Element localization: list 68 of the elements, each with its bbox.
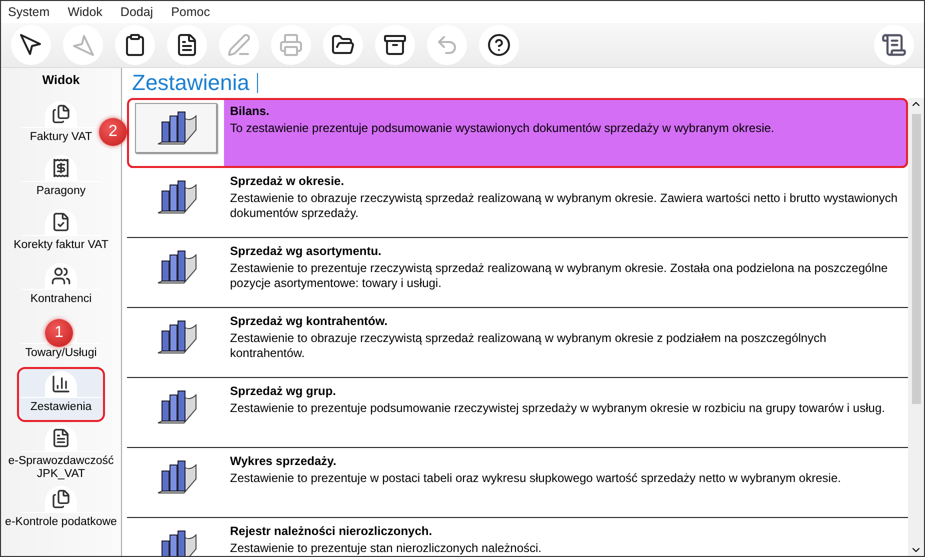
report-title: Wykres sprzedaży. bbox=[230, 454, 338, 468]
menu-item[interactable]: Pomoc bbox=[171, 5, 210, 19]
sidebar-label: e-Kontrole podatkowe bbox=[4, 516, 118, 529]
report-description: Zestawienie to prezentuje podsumowanie rzeczywistej sprzedaży w wybranym okresie w rozbiciu na grupy towarów i usług. bbox=[230, 401, 886, 416]
report-row[interactable]: Wykres sprzedaży. Zestawienie to prezentuje w postaci tabeli oraz wykresu słupkowego wartość sprzedaży netto w wybranym okresie. bbox=[127, 448, 908, 518]
sidebar-label: e-Sprawozdawczość JPK_VAT bbox=[7, 455, 115, 481]
menu-item[interactable]: System bbox=[8, 5, 50, 19]
scrollbar-thumb[interactable] bbox=[912, 114, 920, 404]
report-title: Rejestr należności nierozliczonych. bbox=[230, 524, 434, 538]
report-title: Sprzedaż w okresie. bbox=[230, 174, 346, 188]
paper-roll-icon bbox=[881, 32, 907, 58]
report-description: Zestawienie to prezentuje stan nierozliczonych należności. bbox=[230, 541, 543, 556]
report-description: To zestawienie prezentuje podsumowanie wystawionych dokumentów sprzedaży w wybranym okresie. bbox=[230, 121, 776, 136]
report-title: Sprzedaż wg asortymentu. bbox=[230, 244, 382, 258]
report-title: Sprzedaż wg grup. bbox=[230, 384, 338, 398]
report-description: Zestawienie to prezentuje w postaci tabeli oraz wykresu słupkowego wartość sprzedaży netto w wybranym okresie. bbox=[230, 471, 842, 486]
clipboard-icon bbox=[123, 33, 147, 57]
toolbar-button[interactable] bbox=[375, 25, 415, 65]
toolbar-button[interactable] bbox=[874, 25, 914, 65]
report-row[interactable]: Sprzedaż wg grup. Zestawienie to prezentuje podsumowanie rzeczywistej sprzedaży w wybranym okresie w rozbiciu na grupy towarów i usług. bbox=[127, 378, 908, 448]
toolbar-button[interactable] bbox=[115, 25, 155, 65]
sidebar-label: Kontrahenci bbox=[29, 293, 93, 306]
bar-chart-icon bbox=[51, 374, 71, 394]
report-title: Bilans. bbox=[230, 104, 270, 118]
toolbar-button[interactable] bbox=[479, 25, 519, 65]
undo-icon bbox=[435, 33, 459, 57]
sidebar-item[interactable]: Zestawienia bbox=[19, 369, 103, 420]
sidebar-item[interactable]: e-Kontrole podatkowe bbox=[3, 484, 119, 535]
people-icon bbox=[51, 266, 71, 286]
receipt-icon bbox=[51, 158, 71, 178]
toolbar-button[interactable] bbox=[167, 25, 207, 65]
document-icon bbox=[51, 428, 71, 448]
sidebar-item[interactable]: Korekty faktur VAT bbox=[12, 207, 110, 258]
report-description: Zestawienie to prezentuje rzeczywistą sprzedaż realizowaną w wybranym okresie. Została ona podzielona na poszczególne pozycje asortymentowe: towary i usługi. bbox=[230, 261, 889, 291]
report-row[interactable]: Sprzedaż wg kontrahentów. Zestawienie to obrazuje rzeczywistą sprzedaż realizowaną w wybranym okresie z podziałem na poszczególnych kontrahentów. bbox=[127, 308, 908, 378]
report-row[interactable]: Sprzedaż wg asortymentu. Zestawienie to prezentuje rzeczywistą sprzedaż realizowaną w wybranym okresie. Została ona podzielona na poszczególne pozycje asortymentowe: towary i usługi. bbox=[127, 238, 908, 308]
menu-item[interactable]: Widok bbox=[68, 5, 102, 19]
checked-document-icon bbox=[50, 212, 71, 232]
sidebar-item[interactable]: Paragony bbox=[19, 153, 103, 204]
document-icon bbox=[175, 33, 199, 57]
folder-icon bbox=[331, 33, 355, 57]
report-description: Zestawienie to obrazuje rzeczywistą sprzedaż realizowaną w wybranym okresie z podziałem na poszczególnych kontrahentów. bbox=[230, 331, 828, 361]
sidebar-item[interactable]: Kontrahenci bbox=[19, 261, 103, 312]
pen-icon bbox=[227, 33, 251, 57]
sidebar-label: Towary/Usługi bbox=[24, 347, 98, 360]
sidebar-label: Zestawienia bbox=[29, 401, 93, 414]
toolbar-button[interactable] bbox=[323, 25, 363, 65]
sidebar-label: Korekty faktur VAT bbox=[12, 239, 110, 252]
sidebar-label: Paragony bbox=[35, 185, 87, 198]
printer-icon bbox=[279, 33, 303, 57]
documents-icon bbox=[51, 104, 71, 124]
sidebar-item[interactable]: e-Sprawozdawczość JPK_VAT bbox=[2, 423, 120, 481]
menu-item[interactable]: Dodaj bbox=[120, 5, 154, 19]
documents-icon bbox=[50, 489, 71, 509]
page-title: Zestawienia bbox=[132, 70, 250, 96]
forward-arrow-icon bbox=[71, 33, 95, 57]
report-description: Zestawienie to obrazuje rzeczywistą sprzedaż realizowaną w wybranym okresie. Zawiera wartości netto i brutto wystawionych dokumentów sprzedaży. bbox=[230, 191, 898, 221]
help-icon bbox=[487, 33, 511, 57]
sidebar-label: Faktury VAT bbox=[28, 131, 94, 144]
scrollbar[interactable] bbox=[908, 98, 924, 556]
report-title: Sprzedaż wg kontrahentów. bbox=[230, 314, 389, 328]
report-row[interactable]: Rejestr należności nierozliczonych. Zestawienie to prezentuje stan nierozliczonych należności. bbox=[127, 518, 908, 556]
report-row[interactable]: Bilans. To zestawienie prezentuje podsumowanie wystawionych dokumentów sprzedaży w wybranym okresie. bbox=[127, 98, 908, 168]
back-arrow-icon bbox=[19, 33, 43, 57]
toolbar-button[interactable] bbox=[11, 25, 51, 65]
sidebar-title: Widok bbox=[42, 72, 80, 89]
archive-box-icon bbox=[383, 33, 407, 57]
report-row[interactable]: Sprzedaż w okresie. Zestawienie to obrazuje rzeczywistą sprzedaż realizowaną w wybranym okresie. Zawiera wartości netto i brutto wystawionych dokumentów sprzedaży. bbox=[127, 168, 908, 238]
